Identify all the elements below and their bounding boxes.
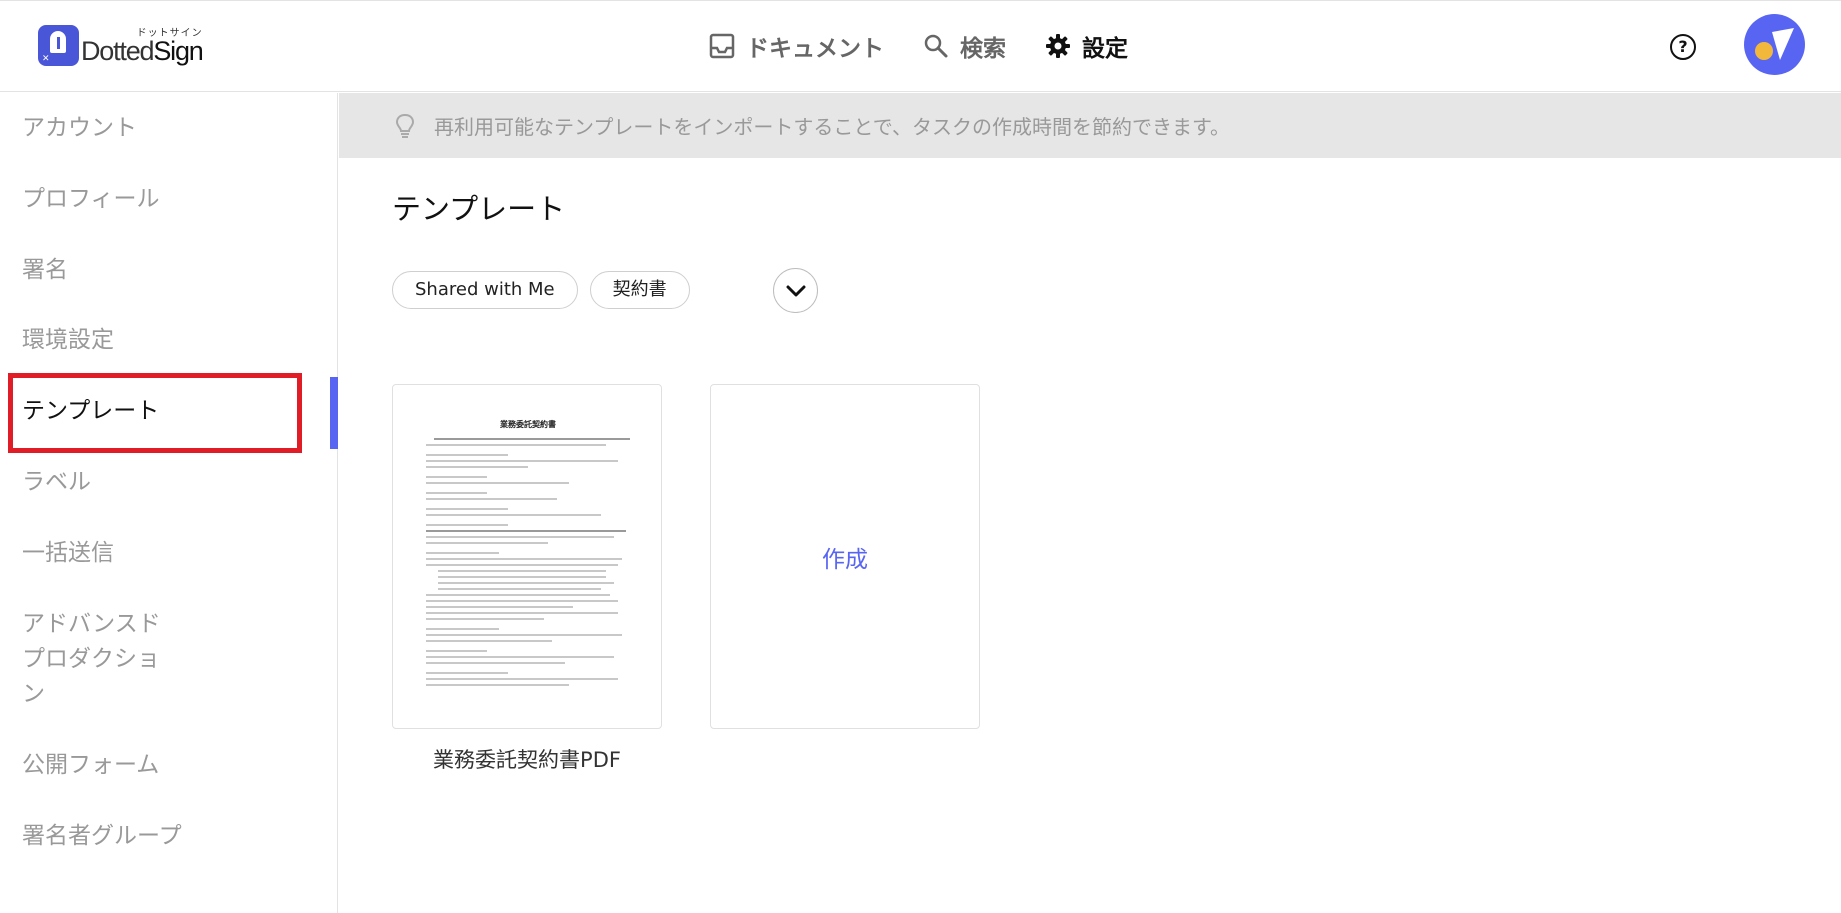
active-indicator bbox=[330, 377, 338, 449]
tip-banner: 再利用可能なテンプレートをインポートすることで、タスクの作成時間を節約できます。 bbox=[339, 93, 1841, 158]
expand-filters-button[interactable] bbox=[773, 268, 818, 313]
tip-text: 再利用可能なテンプレートをインポートすることで、タスクの作成時間を節約できます。 bbox=[434, 115, 1230, 139]
sidebar-item-bulk-send[interactable]: 一括送信 bbox=[22, 536, 114, 571]
create-template-label: 作成 bbox=[822, 546, 868, 573]
nav-settings[interactable]: 設定 bbox=[1044, 29, 1128, 63]
thumbnail-title: 業務委託契約書 bbox=[500, 420, 556, 429]
settings-sidebar: アカウント プロフィール 署名 環境設定 テンプレート ラベル 一括送信 アドバ… bbox=[0, 93, 338, 913]
logo-name-dotted: Dotted bbox=[81, 36, 155, 66]
template-thumbnail: 業務委託契約書 bbox=[426, 419, 630, 690]
sidebar-item-preferences[interactable]: 環境設定 bbox=[22, 323, 114, 358]
logo-pen-icon: ✕ bbox=[38, 25, 79, 66]
page-title: テンプレート bbox=[392, 192, 566, 226]
top-header: ✕ ドットサイン DottedSign ドキュメント 検索 設定 ? bbox=[0, 0, 1841, 92]
nav-documents-label: ドキュメント bbox=[746, 36, 884, 62]
sidebar-item-account[interactable]: アカウント bbox=[22, 111, 137, 146]
sidebar-item-advanced-production[interactable]: アドバンスド プロダクショ ン bbox=[22, 607, 161, 712]
search-icon bbox=[922, 32, 950, 60]
sidebar-item-signer-groups[interactable]: 署名者グループ bbox=[22, 819, 182, 854]
template-card-title[interactable]: 業務委託契約書PDF bbox=[392, 744, 662, 774]
filter-chip-contract[interactable]: 契約書 bbox=[589, 271, 690, 309]
sidebar-item-templates[interactable]: テンプレート bbox=[22, 394, 159, 429]
nav-search-label: 検索 bbox=[960, 36, 1006, 62]
help-icon[interactable]: ? bbox=[1670, 34, 1696, 60]
logo-name-sign: Sign bbox=[153, 36, 203, 66]
chevron-down-icon bbox=[786, 285, 805, 296]
logo-subtitle: ドットサイン bbox=[136, 28, 203, 39]
dottedsign-logo[interactable]: ✕ ドットサイン DottedSign bbox=[38, 25, 204, 66]
template-card[interactable]: 業務委託契約書 bbox=[392, 384, 662, 729]
nav-search[interactable]: 検索 bbox=[922, 29, 1006, 63]
main-nav: ドキュメント 検索 設定 bbox=[708, 29, 1166, 63]
sidebar-item-profile[interactable]: プロフィール bbox=[22, 182, 160, 217]
nav-settings-label: 設定 bbox=[1082, 36, 1128, 62]
gear-icon bbox=[1044, 32, 1072, 60]
nav-documents[interactable]: ドキュメント bbox=[708, 29, 884, 63]
filter-chips: Shared with Me 契約書 bbox=[392, 271, 702, 309]
lightbulb-icon bbox=[395, 113, 415, 143]
create-template-card[interactable]: 作成 bbox=[710, 384, 980, 729]
filter-chip-shared[interactable]: Shared with Me bbox=[392, 271, 578, 309]
inbox-icon bbox=[708, 32, 736, 60]
sidebar-item-public-forms[interactable]: 公開フォーム bbox=[22, 748, 159, 783]
sidebar-item-signature[interactable]: 署名 bbox=[22, 253, 68, 288]
avatar[interactable] bbox=[1744, 14, 1805, 75]
sidebar-item-labels[interactable]: ラベル bbox=[22, 465, 91, 500]
